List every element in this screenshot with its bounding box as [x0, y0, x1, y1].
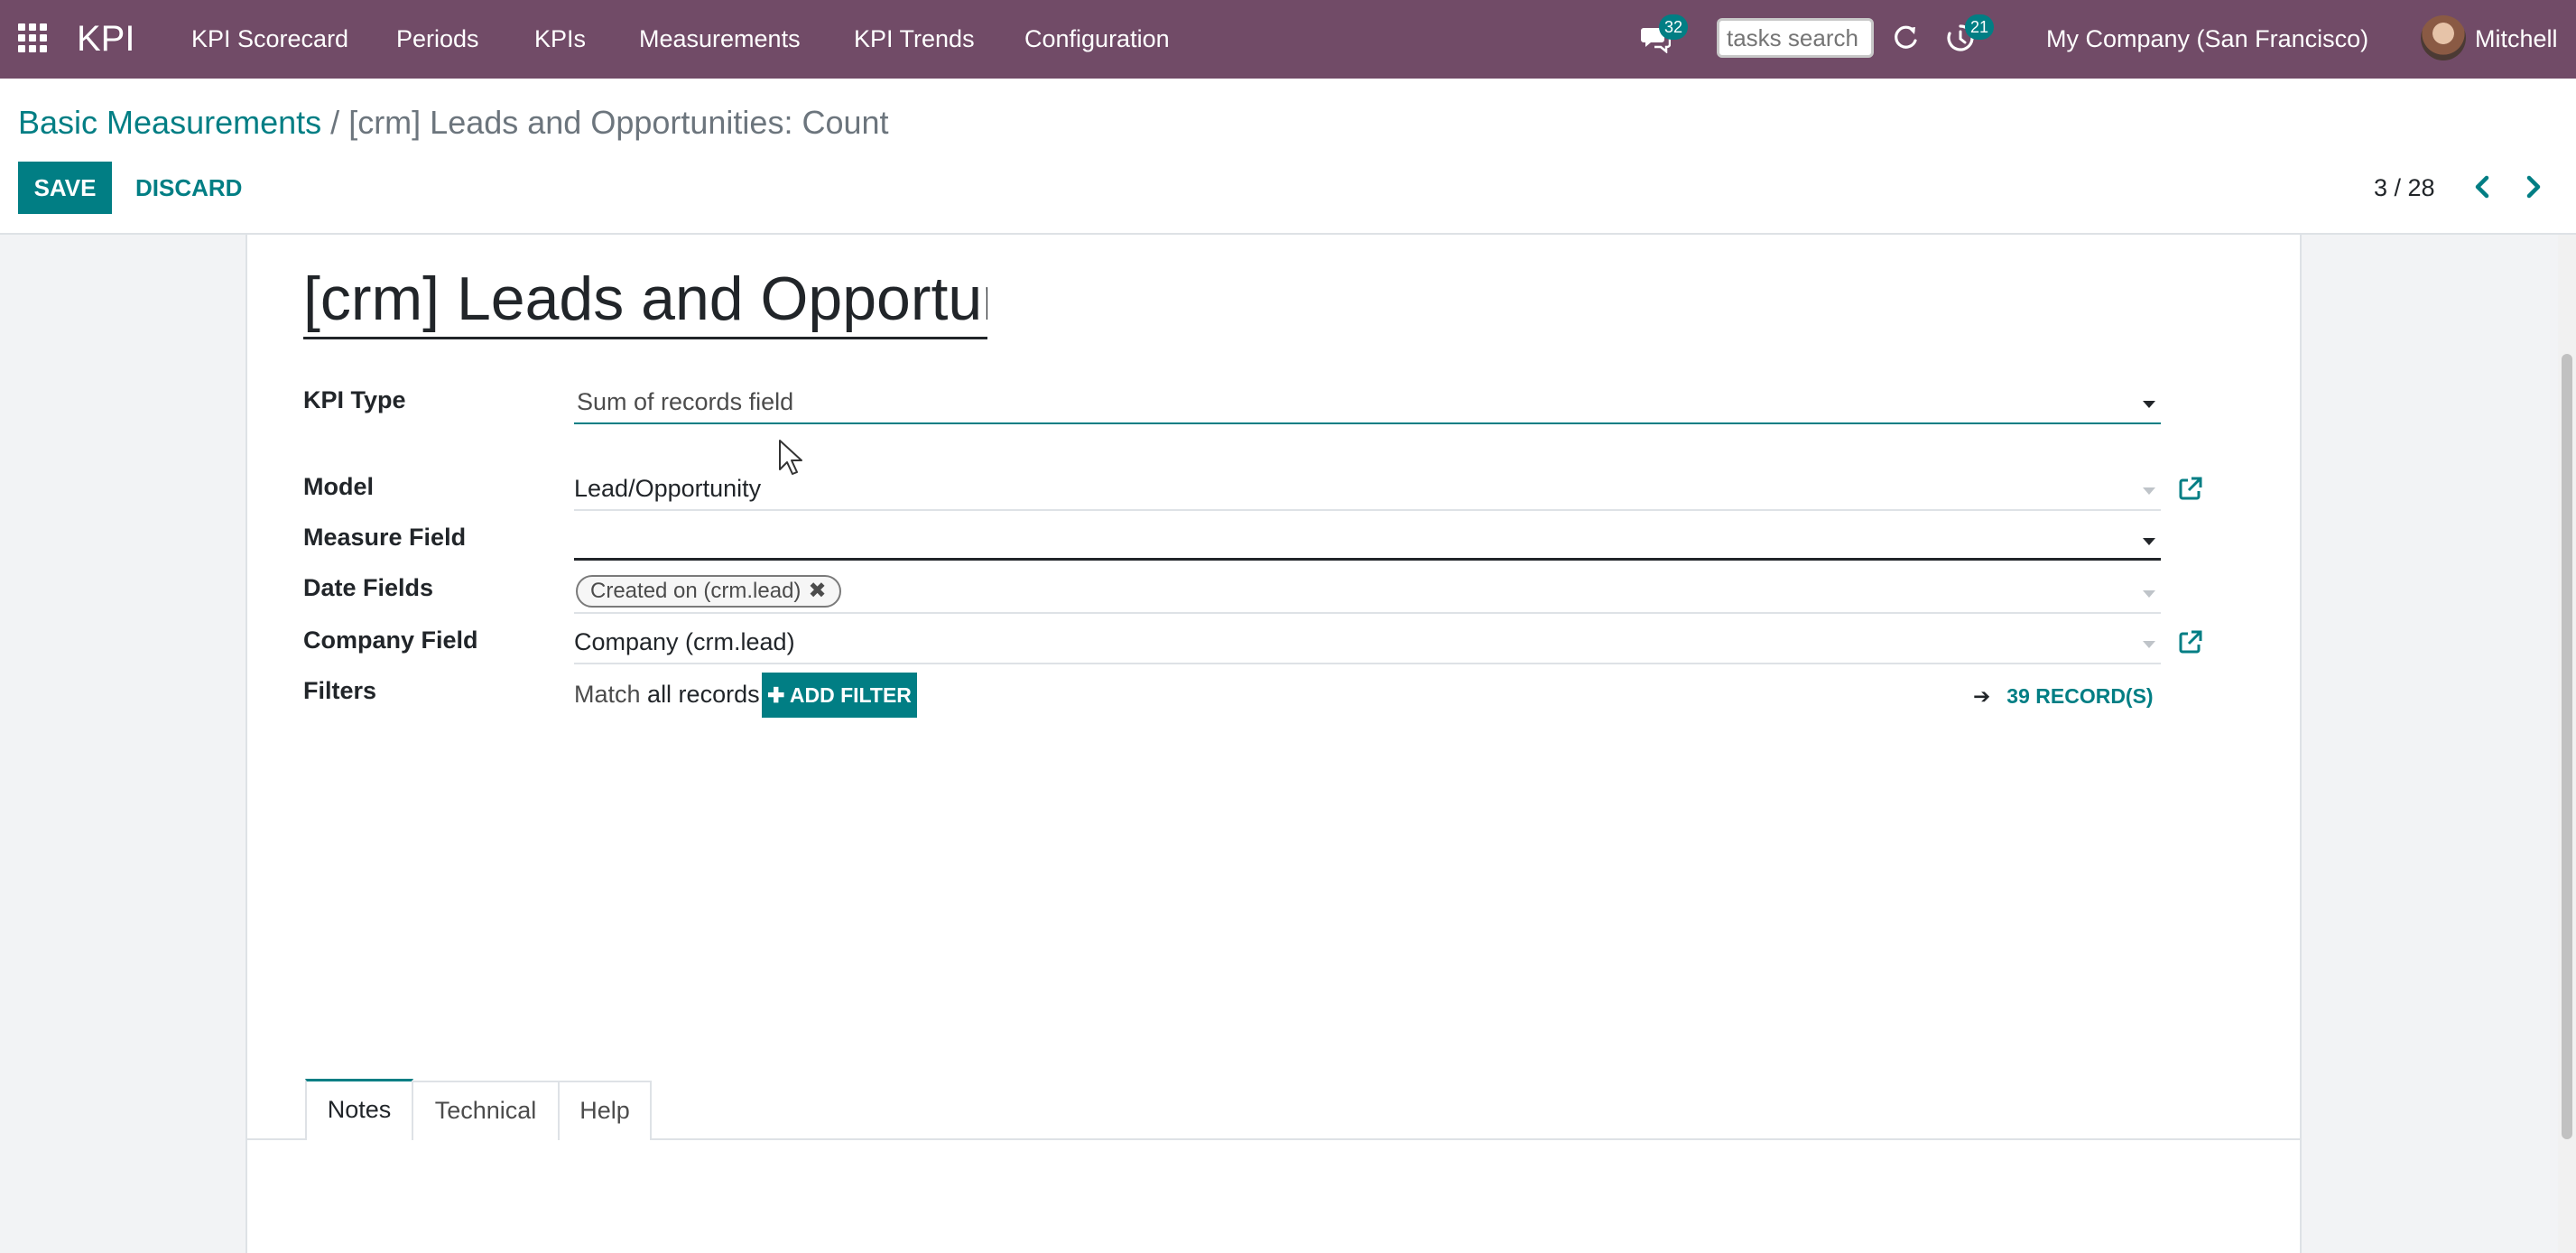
kpi-type-value: Sum of records field	[577, 388, 794, 415]
breadcrumb-parent-link[interactable]: Basic Measurements	[18, 104, 321, 141]
breadcrumb-current: [crm] Leads and Opportunities: Count	[348, 104, 889, 141]
company-field-input[interactable]: Company (crm.lead)	[574, 626, 2161, 664]
breadcrumb-separator: /	[330, 104, 340, 141]
scrollbar-thumb[interactable]	[2562, 354, 2572, 1139]
tab-help[interactable]: Help	[558, 1081, 652, 1140]
chevron-down-icon	[2143, 487, 2155, 495]
model-label: Model	[303, 473, 374, 500]
chevron-down-icon	[2143, 538, 2155, 545]
app-brand[interactable]: KPI	[77, 16, 134, 61]
breadcrumb: Basic Measurements / [crm] Leads and Opp…	[18, 102, 889, 144]
menu-measurements[interactable]: Measurements	[639, 23, 801, 54]
measure-field-select[interactable]	[574, 522, 2161, 561]
menu-kpi-scorecard[interactable]: KPI Scorecard	[191, 23, 348, 54]
add-filter-button[interactable]: ✚ ADD FILTER	[762, 673, 917, 718]
top-navbar: KPI KPI Scorecard Periods KPIs Measureme…	[0, 0, 2576, 79]
menu-configuration[interactable]: Configuration	[1024, 23, 1170, 54]
apps-grid-icon[interactable]	[18, 23, 51, 56]
chevron-down-icon	[2143, 641, 2155, 648]
external-link-icon[interactable]	[2177, 628, 2204, 655]
filter-match-prefix: Match	[574, 681, 641, 708]
refresh-icon[interactable]	[1890, 23, 1921, 53]
filter-match-text: Match all records	[574, 679, 760, 710]
menu-kpis[interactable]: KPIs	[534, 23, 586, 54]
measure-field-label: Measure Field	[303, 524, 467, 551]
activities-badge: 21	[1965, 14, 1995, 40]
menu-kpi-trends[interactable]: KPI Trends	[854, 23, 975, 54]
company-field-value: Company (crm.lead)	[574, 628, 795, 655]
kpi-type-label: KPI Type	[303, 386, 406, 413]
company-switcher[interactable]: My Company (San Francisco)	[2046, 23, 2368, 54]
model-field[interactable]: Lead/Opportunity	[574, 473, 2161, 511]
mouse-cursor-icon	[779, 440, 802, 475]
model-value: Lead/Opportunity	[574, 475, 762, 502]
control-panel: Basic Measurements / [crm] Leads and Opp…	[0, 79, 2576, 235]
tasks-search-input[interactable]	[1717, 18, 1874, 58]
records-count: 39 RECORD(S)	[2006, 684, 2154, 708]
filters-label: Filters	[303, 677, 377, 704]
user-name[interactable]: Mitchell	[2475, 23, 2558, 54]
pager-value[interactable]: 3 / 28	[2374, 172, 2435, 203]
company-field-label: Company Field	[303, 626, 478, 654]
arrow-right-icon: ➔	[1973, 684, 1991, 708]
pager-next-icon[interactable]	[2515, 169, 2551, 205]
chevron-down-icon	[2143, 401, 2155, 408]
add-filter-label: ADD FILTER	[789, 683, 912, 707]
save-button[interactable]: SAVE	[18, 162, 112, 214]
record-title-input[interactable]: [crm] Leads and Opportur	[303, 265, 987, 339]
pager-previous-icon[interactable]	[2465, 169, 2501, 205]
menu-periods[interactable]: Periods	[396, 23, 479, 54]
messages-badge: 32	[1659, 14, 1689, 40]
records-count-link[interactable]: ➔ 39 RECORD(S)	[1973, 682, 2154, 710]
remove-tag-icon[interactable]: ✖	[808, 579, 826, 603]
date-field-tag-label: Created on (crm.lead)	[590, 579, 802, 603]
tab-notes[interactable]: Notes	[305, 1079, 413, 1140]
chevron-down-icon	[2143, 590, 2155, 598]
date-fields-label: Date Fields	[303, 574, 434, 601]
date-field-tag: Created on (crm.lead) ✖	[576, 575, 841, 608]
filter-match-value: all records	[647, 681, 760, 708]
plus-icon: ✚	[767, 683, 790, 707]
discard-button[interactable]: DISCARD	[119, 162, 258, 214]
external-link-icon[interactable]	[2177, 475, 2204, 502]
kpi-type-select[interactable]: Sum of records field	[574, 386, 2161, 424]
tab-technical[interactable]: Technical	[412, 1081, 560, 1140]
avatar[interactable]	[2421, 15, 2466, 60]
